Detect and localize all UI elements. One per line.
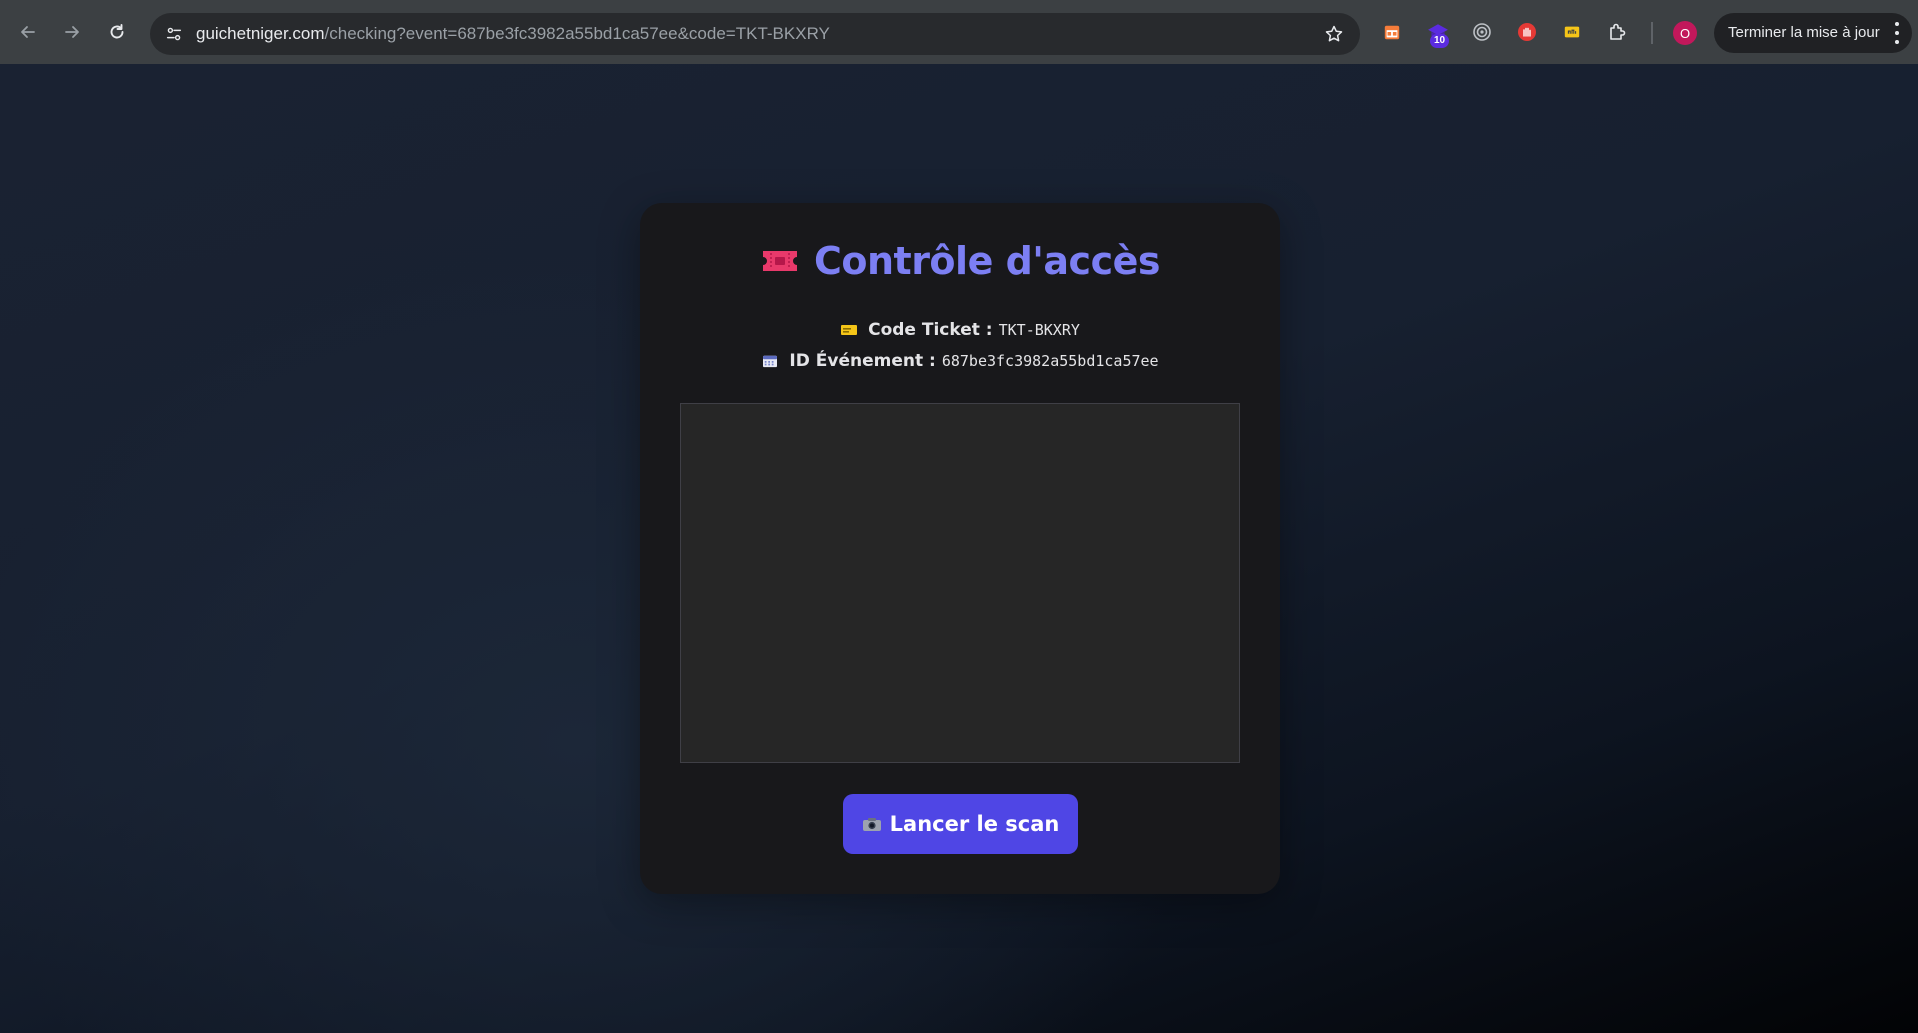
extension-badge: 10 (1430, 34, 1450, 48)
event-id-value: 687be3fc3982a55bd1ca57ee (941, 352, 1159, 370)
browser-toolbar: guichetniger.com/checking?event=687be3fc… (0, 0, 1918, 64)
page-background: Contrôle d'accès Code Ticket : TKT-BKXRY… (0, 64, 1918, 1033)
profile-avatar[interactable]: O (1673, 21, 1697, 45)
extension-calendar-icon[interactable] (1380, 20, 1404, 44)
ticket-code-value: TKT-BKXRY (998, 321, 1080, 339)
calendar-icon (763, 355, 778, 368)
site-info-icon[interactable] (162, 22, 186, 46)
ticket-icon (762, 251, 797, 271)
update-button-label: Terminer la mise à jour (1728, 24, 1880, 41)
event-id-row: ID Événement : 687be3fc3982a55bd1ca57ee (640, 351, 1280, 371)
ticket-code-icon (841, 325, 858, 335)
url-host: guichetniger.com (196, 24, 325, 43)
page-title: Contrôle d'accès (813, 239, 1161, 283)
arrow-left-icon (21, 26, 35, 38)
extension-target-icon[interactable] (1470, 20, 1494, 44)
camera-icon (862, 818, 881, 831)
forward-button[interactable] (54, 14, 90, 50)
start-scan-label: Lancer le scan (889, 812, 1060, 836)
bookmark-star-icon[interactable] (1322, 22, 1346, 46)
qr-scanner-area (680, 403, 1240, 763)
access-control-card: Contrôle d'accès Code Ticket : TKT-BKXRY… (640, 203, 1280, 894)
start-scan-button[interactable]: Lancer le scan (843, 794, 1078, 854)
address-bar[interactable]: guichetniger.com/checking?event=687be3fc… (150, 13, 1360, 55)
back-button[interactable] (10, 14, 46, 50)
card-header: Contrôle d'accès (640, 239, 1280, 283)
extensions-puzzle-icon[interactable] (1605, 20, 1629, 44)
reload-button[interactable] (99, 14, 135, 50)
url-path: /checking?event=687be3fc3982a55bd1ca57ee… (324, 24, 830, 43)
event-id-label: ID Événement : (789, 351, 936, 371)
ticket-code-label: Code Ticket : (868, 320, 993, 340)
ticket-code-row: Code Ticket : TKT-BKXRY (640, 320, 1280, 340)
toolbar-divider (1651, 22, 1653, 44)
arrow-right-icon (65, 26, 79, 38)
more-menu-icon[interactable] (1892, 22, 1902, 44)
reload-icon (110, 24, 124, 39)
url-text: guichetniger.com/checking?event=687be3fc… (196, 24, 830, 44)
extension-ticket-icon[interactable] (1560, 20, 1584, 44)
extension-hand-stop-icon[interactable] (1515, 20, 1539, 44)
update-browser-button[interactable]: Terminer la mise à jour (1714, 13, 1912, 53)
